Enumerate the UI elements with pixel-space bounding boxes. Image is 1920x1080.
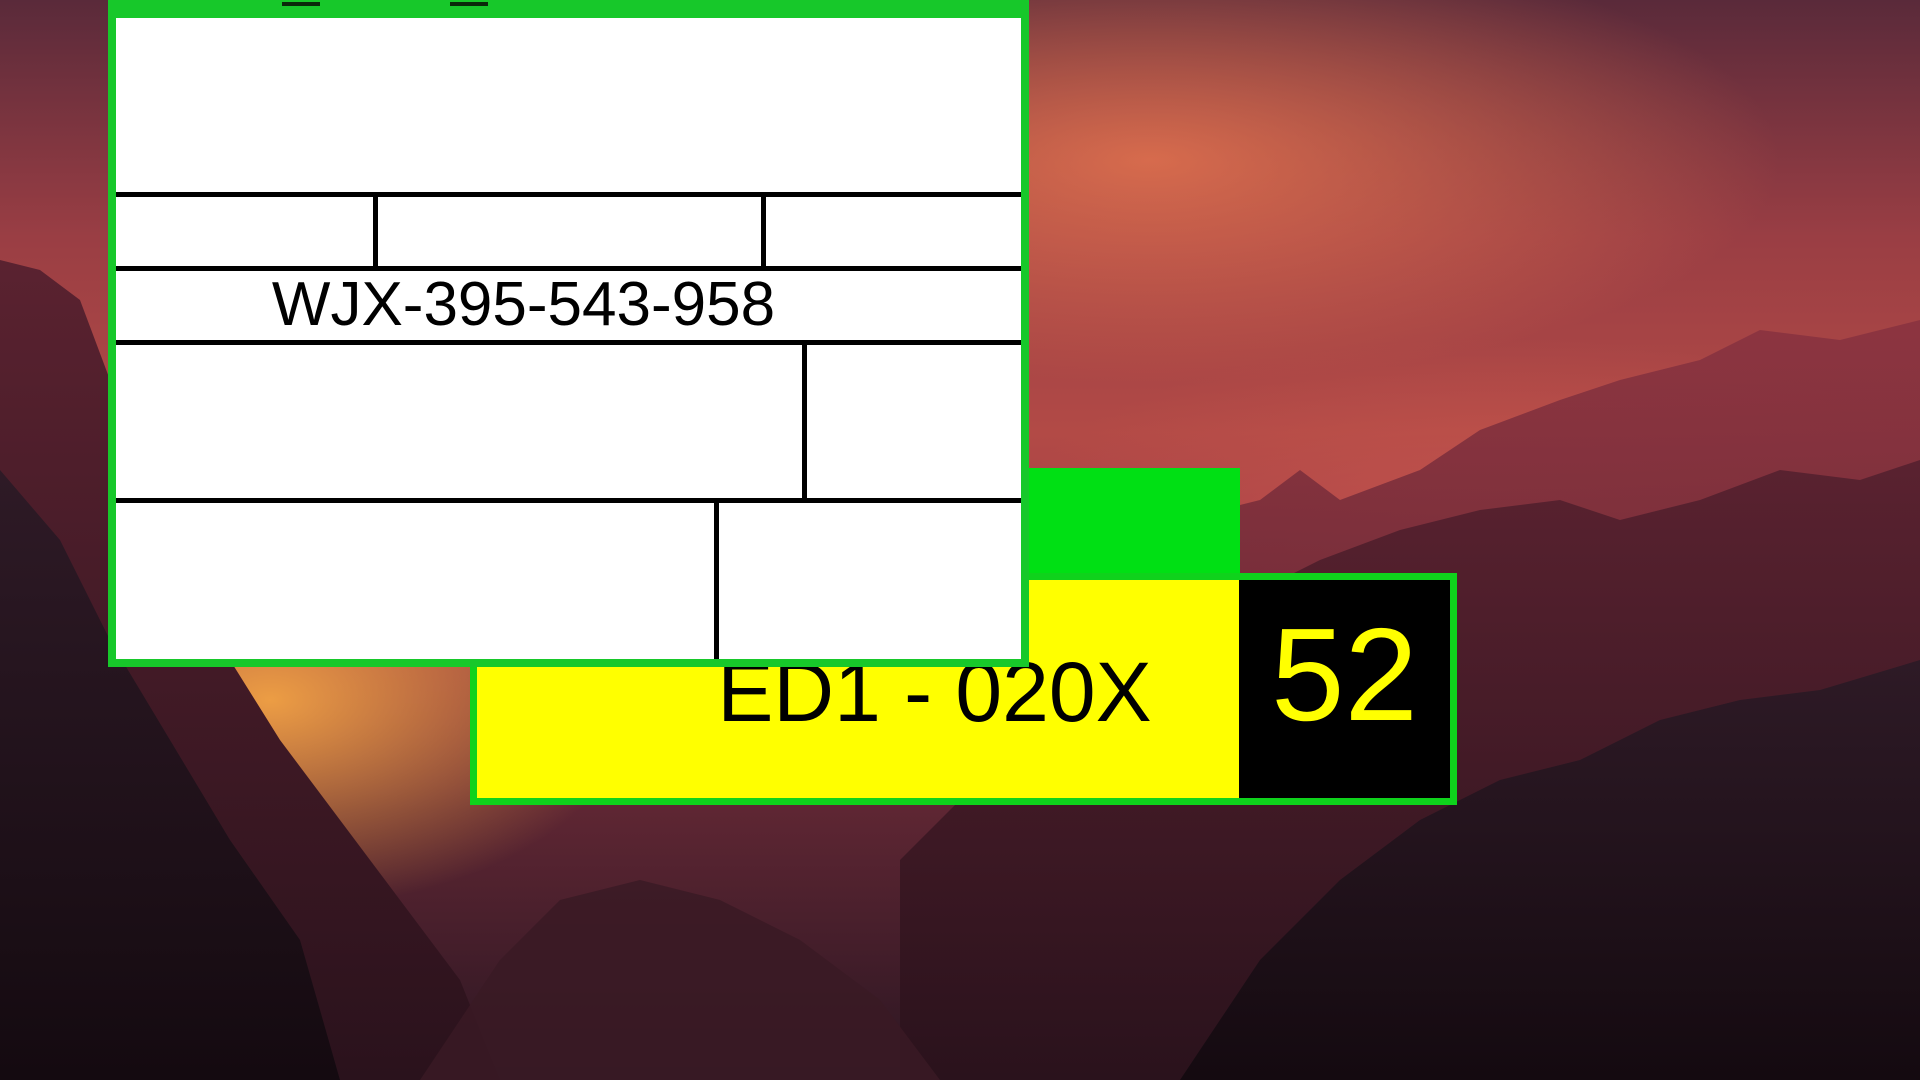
form-row-id: WJX-395-543-958 — [116, 266, 1021, 340]
form-divider — [761, 197, 766, 266]
form-row-4 — [116, 498, 1021, 659]
titlebar-minimize-mark[interactable] — [450, 2, 488, 6]
form-divider — [802, 345, 807, 498]
form-header-cell[interactable] — [116, 18, 1021, 192]
form-window[interactable]: WJX-395-543-958 — [108, 0, 1029, 667]
form-divider — [714, 503, 719, 659]
titlebar-minimize-mark[interactable] — [282, 2, 320, 6]
form-row-1 — [116, 192, 1021, 266]
plate-number-text: 52 — [1271, 601, 1418, 748]
form-divider — [373, 197, 378, 266]
form-row-3 — [116, 340, 1021, 498]
form-id-code: WJX-395-543-958 — [271, 270, 776, 339]
plate-number-box: 52 — [1239, 580, 1450, 798]
